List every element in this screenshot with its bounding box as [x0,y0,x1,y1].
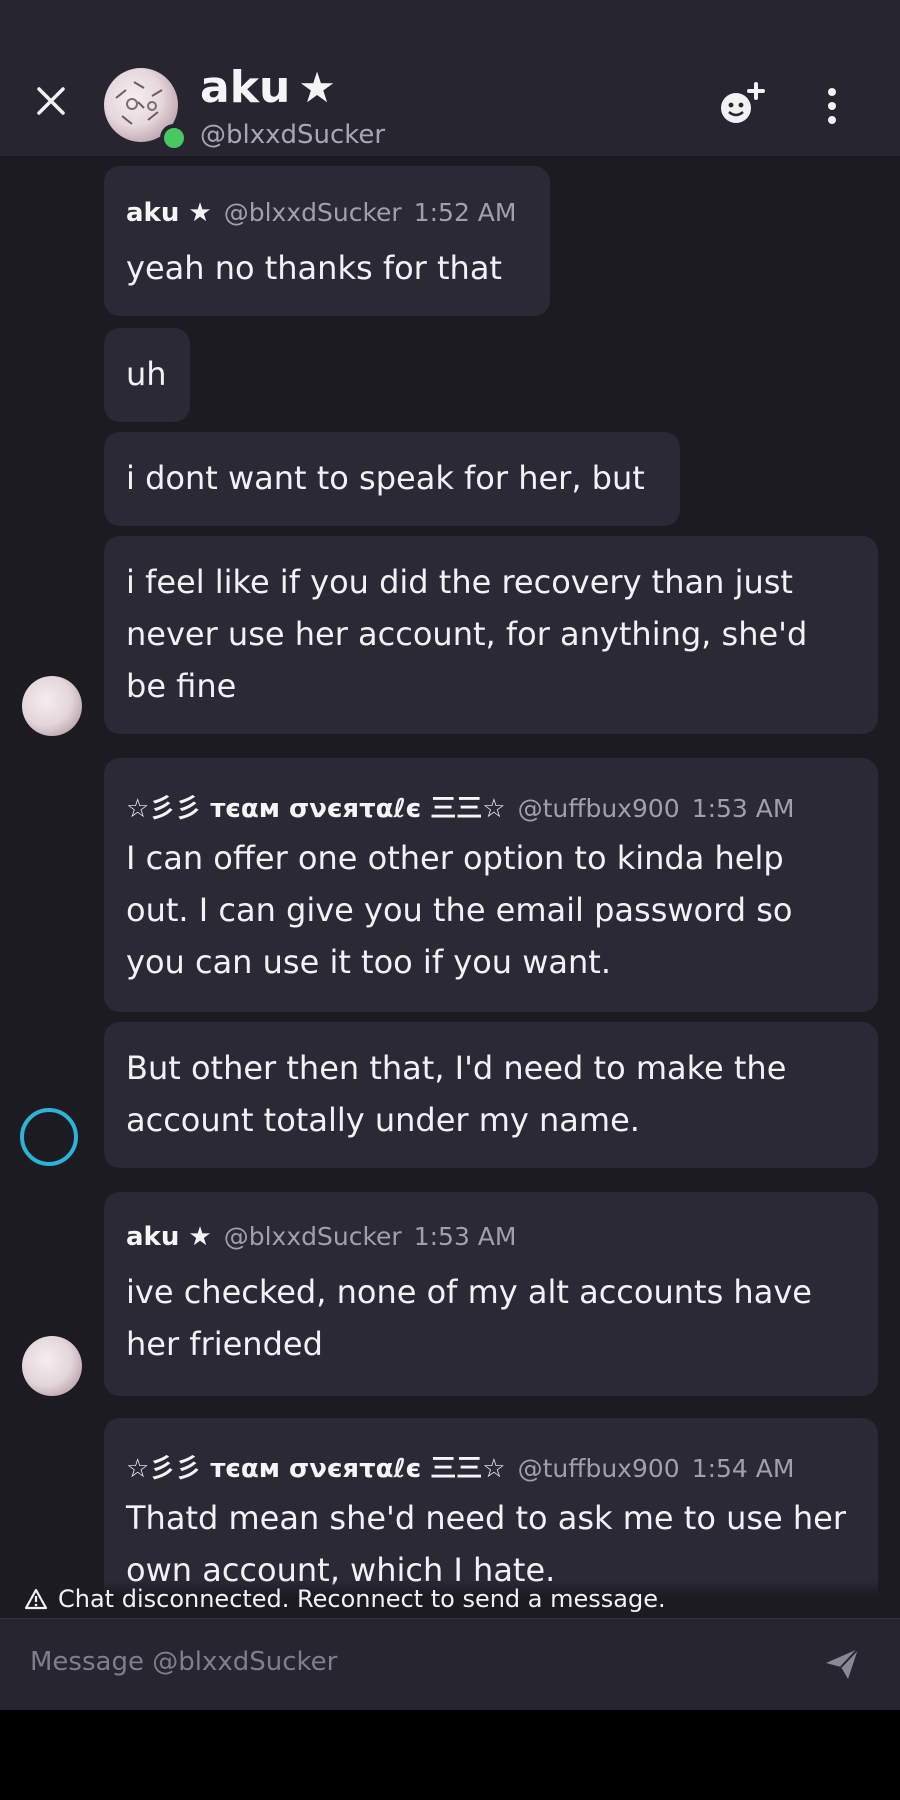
message-time: 1:53 AM [691,794,795,823]
send-icon[interactable] [824,1647,860,1681]
avatar[interactable] [22,1336,82,1396]
message-bubble[interactable]: i feel like if you did the recovery than… [104,536,878,734]
star-icon: ★ [298,63,336,112]
header-name: aku [200,62,291,113]
online-status-dot [160,124,188,152]
avatar[interactable] [20,1108,78,1166]
message-author[interactable]: ☆彡彡 ᴛєαм σνєяταℓє 三三☆ [126,1448,506,1485]
message-bubble[interactable]: ☆彡彡 ᴛєαм σνєяταℓє 三三☆ @tuffbux900 1:53 A… [104,758,878,1012]
message-text: But other then that, I'd need to make th… [126,1049,787,1139]
message-handle: @tuffbux900 [517,1454,680,1483]
message-handle: @blxxdSucker [223,198,402,227]
message-composer[interactable]: Message @blxxdSucker [0,1618,900,1711]
system-nav-area [0,1710,900,1800]
header-handle: @blxxdSucker [200,120,386,150]
message-time: 1:53 AM [413,1222,517,1251]
message-handle: @blxxdSucker [223,1222,402,1251]
message-bubble[interactable]: aku ★ @blxxdSucker 1:53 AM ive checked, … [104,1192,878,1396]
message-text: I can offer one other option to kinda he… [126,839,793,981]
status-text: Chat disconnected. Reconnect to send a m… [58,1585,666,1613]
connection-status-banner: Chat disconnected. Reconnect to send a m… [0,1580,900,1618]
message-handle: @tuffbux900 [517,794,680,823]
add-friend-icon[interactable] [718,82,766,126]
message-time: 1:54 AM [691,1454,795,1483]
message-bubble[interactable]: i dont want to speak for her, but [104,432,680,526]
message-author[interactable]: aku ★ [126,198,212,228]
warning-icon [24,1588,48,1610]
message-text: ive checked, none of my alt accounts hav… [126,1273,812,1363]
more-options-icon[interactable] [822,86,842,126]
message-input[interactable]: Message @blxxdSucker [30,1647,337,1677]
message-bubble[interactable]: But other then that, I'd need to make th… [104,1022,878,1168]
message-author[interactable]: ☆彡彡 ᴛєαм σνєяταℓє 三三☆ [126,788,506,825]
message-text: yeah no thanks for that [126,249,502,287]
chat-header: aku ★ @blxxdSucker [0,0,900,157]
message-bubble[interactable]: aku ★ @blxxdSucker 1:52 AM yeah no thank… [104,166,550,316]
message-time: 1:52 AM [413,198,517,227]
message-text: i dont want to speak for her, but [126,459,645,497]
message-text: uh [126,355,167,393]
message-bubble[interactable]: uh [104,328,190,422]
page-title: aku ★ [200,62,336,113]
avatar[interactable] [22,676,82,736]
message-text: i feel like if you did the recovery than… [126,563,808,705]
close-icon[interactable] [34,84,68,118]
message-author[interactable]: aku ★ [126,1222,212,1252]
